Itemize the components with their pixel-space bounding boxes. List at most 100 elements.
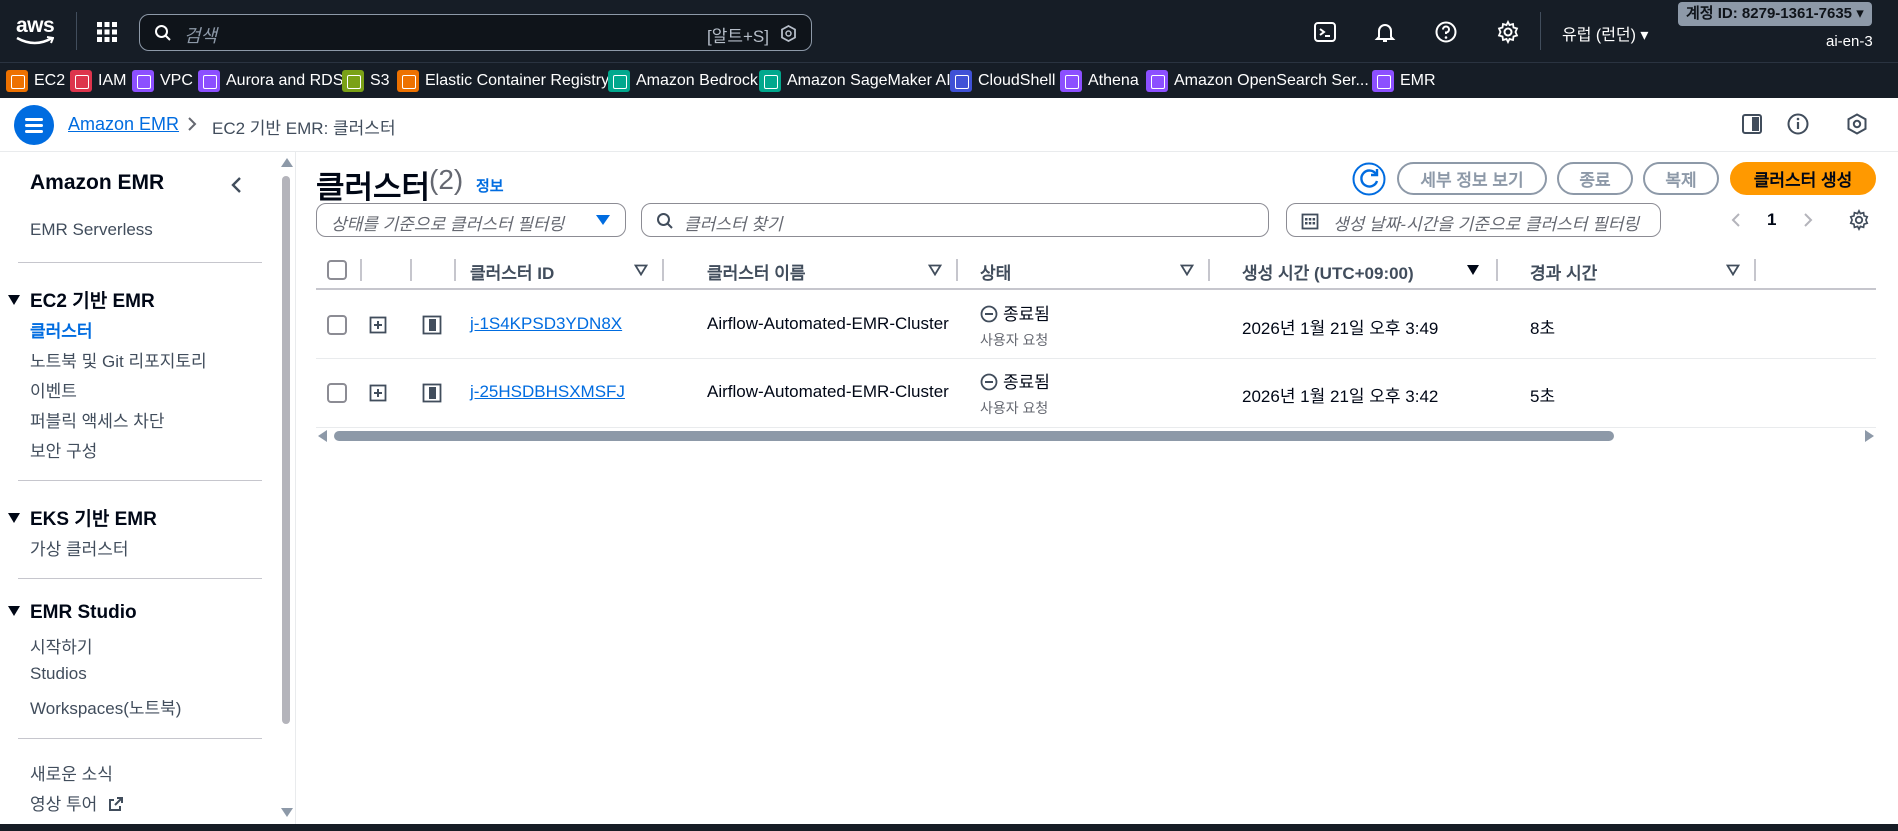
column-header-creation-time[interactable]: 생성 시간 (UTC+09:00) [1242, 259, 1414, 284]
navigation-menu-button[interactable] [14, 105, 54, 145]
ecr-icon [397, 70, 419, 92]
sidebar-item-events[interactable]: 이벤트 [30, 377, 77, 402]
previous-page-icon[interactable] [1730, 211, 1742, 229]
sidebar-item-video-tour[interactable]: 영상 투어 [30, 790, 124, 815]
sidebar-item-studios[interactable]: Studios [30, 664, 87, 684]
divider [18, 480, 262, 481]
cluster-search-input[interactable]: 클러스터 찾기 [641, 203, 1269, 237]
settings-gear-icon[interactable] [1496, 20, 1520, 44]
terminate-button[interactable]: 종료 [1557, 162, 1633, 195]
sort-icon[interactable] [1726, 264, 1740, 276]
date-range-filter[interactable]: 생성 날짜-시간을 기준으로 클러스터 필터링 [1286, 203, 1661, 237]
sidebar-item-get-started[interactable]: 시작하기 [30, 633, 93, 658]
favorite-opensearch[interactable]: Amazon OpenSearch Ser... [1146, 70, 1369, 92]
expand-row-icon[interactable] [369, 384, 387, 402]
favorite-emr[interactable]: EMR [1372, 70, 1436, 92]
scroll-down-arrow-icon[interactable] [281, 808, 293, 817]
info-link[interactable]: 정보 [476, 175, 504, 196]
split-panel-icon[interactable] [1740, 112, 1764, 136]
sort-descending-icon[interactable] [1466, 264, 1480, 276]
clone-button[interactable]: 복제 [1643, 162, 1719, 195]
favorite-vpc[interactable]: VPC [132, 70, 193, 92]
sidebar-item-virtual-clusters[interactable]: 가상 클러스터 [30, 535, 129, 560]
date-filter-placeholder: 생성 날짜-시간을 기준으로 클러스터 필터링 [1333, 215, 1640, 234]
sidebar-item-workspaces[interactable]: Workspaces(노트북) [30, 694, 181, 719]
favorite-ec2[interactable]: EC2 [6, 70, 65, 92]
aws-logo[interactable]: aws [14, 14, 58, 46]
favorite-sagemaker[interactable]: Amazon SageMaker AI [759, 70, 951, 92]
search-placeholder: 검색 [184, 26, 218, 46]
column-header-status[interactable]: 상태 [980, 259, 1011, 284]
scroll-right-arrow-icon[interactable] [1865, 430, 1874, 442]
region-selector[interactable]: 유럽 (런던) ▾ [1562, 21, 1648, 45]
open-side-panel-icon[interactable] [422, 383, 442, 403]
sidebar-item-emr-serverless[interactable]: EMR Serverless [30, 220, 153, 240]
hamburger-icon-line [25, 118, 43, 121]
info-panel-icon[interactable] [1786, 112, 1810, 136]
scrollbar-thumb[interactable] [334, 431, 1614, 441]
sort-icon[interactable] [1180, 264, 1194, 276]
amazon-q-panel-icon[interactable] [1845, 112, 1869, 136]
notifications-bell-icon[interactable] [1373, 20, 1397, 44]
preferences-gear-icon[interactable] [1848, 209, 1870, 231]
select-all-checkbox[interactable] [327, 260, 347, 280]
account-menu[interactable]: 계정 ID: 8279-1361-7635 ▾ [1678, 2, 1872, 26]
table-horizontal-scrollbar[interactable] [316, 426, 1876, 444]
favorite-label: Elastic Container Registry [425, 72, 610, 89]
sidebar-item-block-public-access[interactable]: 퍼블릭 액세스 차단 [30, 407, 165, 432]
cluster-id-link[interactable]: j-25HSDBHSXMSFJ [470, 382, 625, 402]
favorite-label: S3 [370, 72, 390, 89]
global-search-input[interactable]: 검색 [알트+S] [139, 14, 812, 51]
next-page-icon[interactable] [1802, 211, 1814, 229]
breadcrumb-amazon-emr[interactable]: Amazon EMR [68, 114, 179, 135]
scrollbar-thumb[interactable] [282, 176, 290, 724]
favorite-cloudshell[interactable]: CloudShell [950, 70, 1055, 92]
sort-icon[interactable] [928, 264, 942, 276]
column-divider [1496, 259, 1498, 281]
page-number[interactable]: 1 [1767, 210, 1776, 230]
sidebar-section-eks[interactable]: EKS 기반 EMR [8, 504, 157, 531]
favorite-ecr[interactable]: Elastic Container Registry [397, 70, 609, 92]
sidebar-item-notebooks-git[interactable]: 노트북 및 Git 리포지토리 [30, 347, 207, 372]
help-icon[interactable] [1434, 20, 1458, 44]
cloudshell-icon[interactable] [1313, 20, 1337, 44]
column-divider [454, 259, 456, 281]
favorite-iam[interactable]: IAM [70, 70, 126, 92]
column-header-elapsed-time[interactable]: 경과 시간 [1530, 259, 1597, 284]
favorite-aurora-rds[interactable]: Aurora and RDS [198, 70, 343, 92]
favorite-bedrock[interactable]: Amazon Bedrock [608, 70, 758, 92]
open-side-panel-icon[interactable] [422, 315, 442, 335]
cluster-id-link[interactable]: j-1S4KPSD3YDN8X [470, 314, 622, 334]
sort-icon[interactable] [634, 264, 648, 276]
sidebar-scrollbar[interactable] [278, 152, 294, 831]
status-reason: 사용자 요청 [980, 400, 1049, 416]
scroll-up-arrow-icon[interactable] [281, 158, 293, 167]
table-row[interactable]: j-25HSDBHSXMSFJ Airflow-Automated-EMR-Cl… [316, 359, 1876, 428]
row-checkbox[interactable] [327, 315, 347, 335]
expand-row-icon[interactable] [369, 316, 387, 334]
sidebar-section-ec2[interactable]: EC2 기반 EMR [8, 286, 155, 313]
table-row[interactable]: j-1S4KPSD3YDN8X Airflow-Automated-EMR-Cl… [316, 290, 1876, 359]
status-reason: 사용자 요청 [980, 332, 1049, 348]
sidebar-item-whats-new[interactable]: 새로운 소식 [30, 760, 113, 785]
column-divider [410, 259, 412, 281]
column-header-cluster-name[interactable]: 클러스터 이름 [707, 259, 806, 284]
scroll-left-arrow-icon[interactable] [318, 430, 327, 442]
sidebar-section-studio[interactable]: EMR Studio [8, 602, 137, 624]
create-cluster-button[interactable]: 클러스터 생성 [1730, 162, 1876, 195]
refresh-icon[interactable] [1352, 162, 1386, 196]
favorite-s3[interactable]: S3 [342, 70, 390, 92]
collapse-sidebar-icon[interactable] [228, 174, 246, 196]
state-filter-select[interactable]: 상태를 기준으로 클러스터 필터링 [316, 203, 626, 237]
favorite-athena[interactable]: Athena [1060, 70, 1139, 92]
caret-down-icon [8, 606, 20, 616]
column-header-cluster-id[interactable]: 클러스터 ID [470, 259, 554, 284]
section-label: EKS 기반 EMR [30, 509, 157, 530]
sidebar-item-clusters[interactable]: 클러스터 [30, 317, 93, 342]
row-checkbox[interactable] [327, 383, 347, 403]
services-grid-icon[interactable] [96, 21, 118, 43]
sidebar-title[interactable]: Amazon EMR [30, 171, 164, 195]
favorite-label: Aurora and RDS [226, 72, 344, 89]
view-details-button[interactable]: 세부 정보 보기 [1397, 162, 1547, 195]
sidebar-item-security-configurations[interactable]: 보안 구성 [30, 437, 97, 462]
